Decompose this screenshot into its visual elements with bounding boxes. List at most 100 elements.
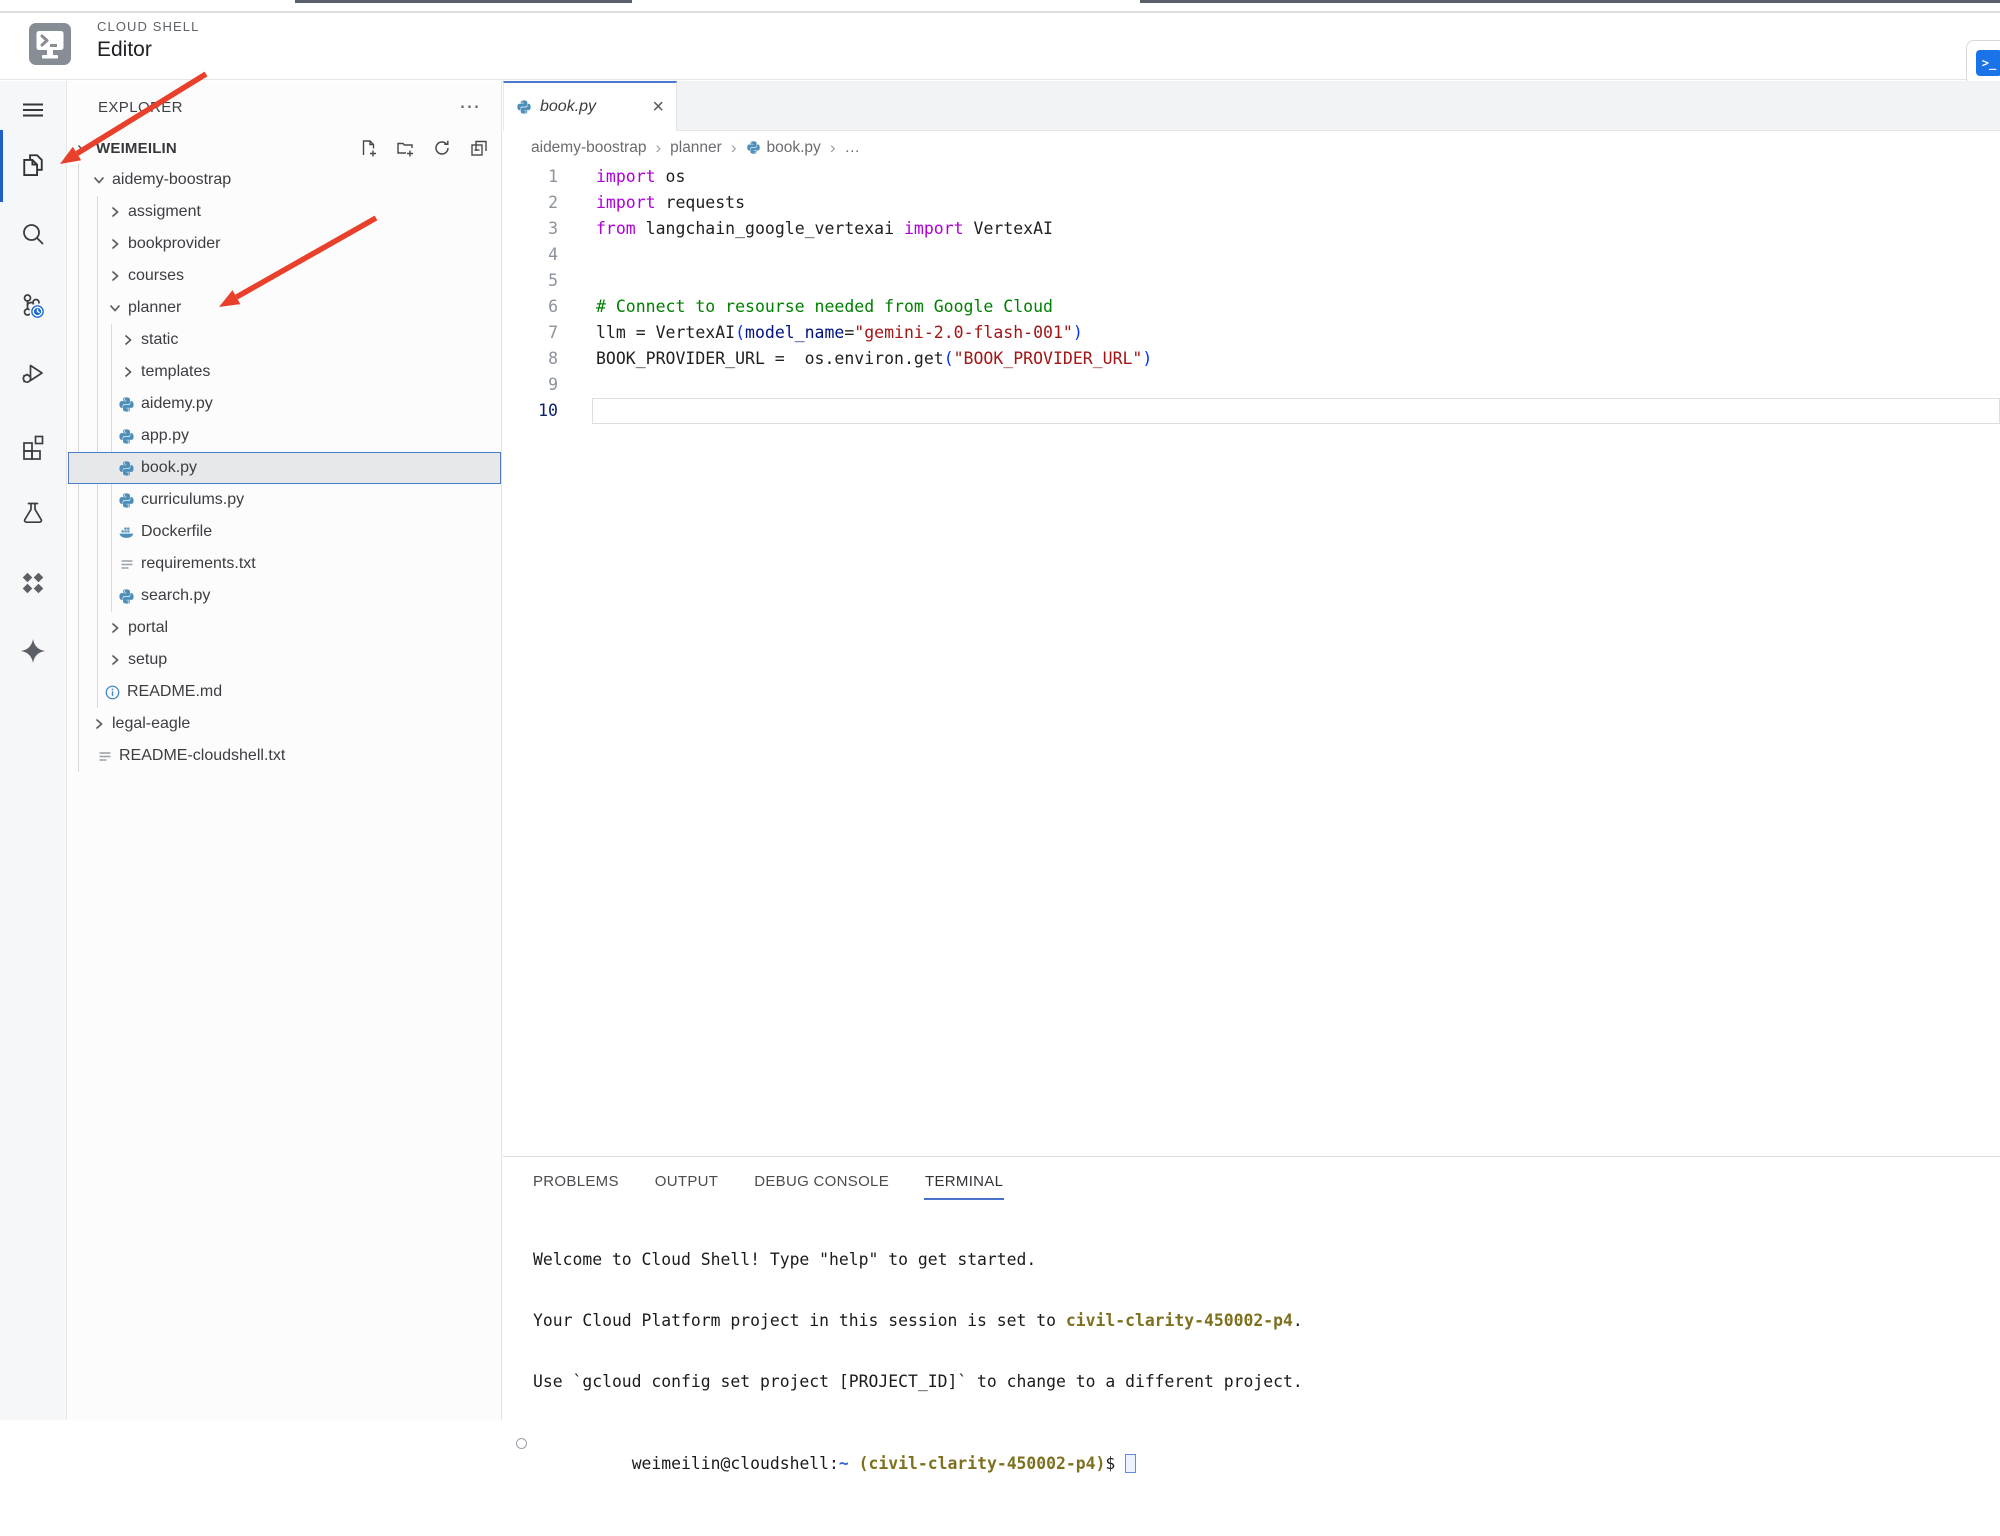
chevron-right-icon xyxy=(106,235,124,253)
tree-item-dockerfile[interactable]: Dockerfile xyxy=(68,516,501,548)
tab-debug-console[interactable]: DEBUG CONSOLE xyxy=(753,1159,890,1200)
tree-item-readme-cloudshell-txt[interactable]: README-cloudshell.txt xyxy=(68,740,501,772)
source-control-icon[interactable] xyxy=(9,284,57,328)
chevron-separator-icon: › xyxy=(829,137,836,157)
terminal-line: Use `gcloud config set project [PROJECT_… xyxy=(533,1372,1303,1392)
tree-item-requirements-txt[interactable]: requirements.txt xyxy=(68,548,501,580)
run-debug-icon[interactable] xyxy=(9,351,57,395)
python-icon xyxy=(516,99,532,115)
code-line: 7 llm = VertexAI(model_name="gemini-2.0-… xyxy=(503,320,2000,346)
line-number: 1 xyxy=(548,167,558,186)
breadcrumb-item[interactable]: planner xyxy=(670,139,722,157)
breadcrumb-ellipsis[interactable]: … xyxy=(844,139,860,157)
terminal-prompt-icon: >_ xyxy=(1976,50,2000,76)
chevron-right-icon xyxy=(90,715,108,733)
new-file-icon[interactable] xyxy=(358,138,378,158)
text-file-icon xyxy=(96,748,113,765)
extensions-icon[interactable] xyxy=(9,424,57,468)
close-icon[interactable]: × xyxy=(652,97,664,117)
tree-item-app-py[interactable]: app.py xyxy=(68,420,501,452)
tab-output[interactable]: OUTPUT xyxy=(654,1159,719,1200)
explorer-icon[interactable] xyxy=(9,142,57,186)
browser-tabstrip-line xyxy=(295,0,632,3)
tree-item-static[interactable]: static xyxy=(68,324,501,356)
code-line: 4 xyxy=(503,242,2000,268)
code-line: 6 # Connect to resourse needed from Goog… xyxy=(503,294,2000,320)
browser-tabstrip-line xyxy=(1140,0,2000,3)
active-view-indicator xyxy=(0,130,3,202)
tree-item-workspace-root[interactable]: WEIMEILIN xyxy=(68,132,501,164)
tab-problems[interactable]: PROBLEMS xyxy=(532,1159,620,1200)
refresh-icon[interactable] xyxy=(432,138,452,158)
python-icon xyxy=(746,140,761,155)
code-editor[interactable]: 1 import os 2 import requests 3 from lan… xyxy=(503,164,2000,424)
code-line-current: 10 xyxy=(503,398,2000,424)
tree-item-bookprovider[interactable]: bookprovider xyxy=(68,228,501,260)
tree-item-curriculums-py[interactable]: curriculums.py xyxy=(68,484,501,516)
terminal-cursor xyxy=(1125,1453,1136,1473)
line-number: 4 xyxy=(548,245,558,264)
chevron-right-icon xyxy=(106,203,124,221)
code-line: 5 xyxy=(503,268,2000,294)
line-number: 6 xyxy=(548,297,558,316)
code-line: 9 xyxy=(503,372,2000,398)
breadcrumb-item[interactable]: book.py xyxy=(767,139,821,157)
line-number: 2 xyxy=(548,193,558,212)
line-number: 7 xyxy=(548,323,558,342)
code-line: 8 BOOK_PROVIDER_URL = os.environ.get("BO… xyxy=(503,346,2000,372)
tab-book-py[interactable]: book.py × xyxy=(503,81,677,131)
chevron-down-icon xyxy=(74,139,92,157)
code-line: 3 from langchain_google_vertexai import … xyxy=(503,216,2000,242)
current-line-highlight xyxy=(592,398,2000,424)
bottom-panel: PROBLEMS OUTPUT DEBUG CONSOLE TERMINAL W… xyxy=(503,1156,2000,1473)
more-actions-icon[interactable]: ⋯ xyxy=(459,96,481,117)
tab-terminal[interactable]: TERMINAL xyxy=(924,1159,1005,1200)
chevron-right-icon xyxy=(119,363,137,381)
collapse-folders-icon[interactable] xyxy=(469,138,489,158)
tree-item-search-py[interactable]: search.py xyxy=(68,580,501,612)
tree-item-planner[interactable]: planner xyxy=(68,292,501,324)
tree-item-assigment[interactable]: assigment xyxy=(68,196,501,228)
activity-bar xyxy=(0,81,67,1420)
docker-icon xyxy=(118,524,135,541)
info-icon xyxy=(104,684,121,701)
new-folder-icon[interactable] xyxy=(395,138,415,158)
tree-item-aidemy-boostrap[interactable]: aidemy-boostrap xyxy=(68,164,501,196)
tree-item-aidemy-py[interactable]: aidemy.py xyxy=(68,388,501,420)
menu-icon[interactable] xyxy=(9,88,57,132)
line-number: 3 xyxy=(548,219,558,238)
app-header: CLOUD SHELL Editor >_ xyxy=(0,13,2000,86)
tab-label: book.py xyxy=(540,98,597,115)
gemini-sparkle-icon[interactable] xyxy=(9,629,57,673)
code-line: 1 import os xyxy=(503,164,2000,190)
panel-tabs: PROBLEMS OUTPUT DEBUG CONSOLE TERMINAL xyxy=(503,1157,2000,1201)
editor-region: book.py × aidemy-boostrap › planner › bo… xyxy=(503,81,2000,1473)
chevron-down-icon xyxy=(106,299,124,317)
python-icon xyxy=(118,492,135,509)
chevron-down-icon xyxy=(90,171,108,189)
python-icon xyxy=(118,428,135,445)
tree-item-book-py[interactable]: book.py xyxy=(68,452,501,484)
text-file-icon xyxy=(118,556,135,573)
tree-item-readme-md[interactable]: README.md xyxy=(68,676,501,708)
tree-item-portal[interactable]: portal xyxy=(68,612,501,644)
page-title: Editor xyxy=(97,38,152,61)
line-number: 8 xyxy=(548,349,558,368)
line-number: 5 xyxy=(548,271,558,290)
cloud-code-icon[interactable] xyxy=(9,561,57,605)
explorer-panel-title: EXPLORER xyxy=(98,98,183,116)
open-terminal-button[interactable]: >_ xyxy=(1966,40,2000,86)
breadcrumb-item[interactable]: aidemy-boostrap xyxy=(531,139,646,157)
tree-item-courses[interactable]: courses xyxy=(68,260,501,292)
chevron-right-icon xyxy=(106,619,124,637)
tree-item-setup[interactable]: setup xyxy=(68,644,501,676)
test-beaker-icon[interactable] xyxy=(9,491,57,535)
search-icon[interactable] xyxy=(9,212,57,256)
chevron-separator-icon: › xyxy=(655,137,662,157)
chevron-right-icon xyxy=(119,331,137,349)
terminal[interactable]: Welcome to Cloud Shell! Type "help" to g… xyxy=(516,1209,2000,1536)
terminal-line: Welcome to Cloud Shell! Type "help" to g… xyxy=(533,1249,1037,1269)
tree-item-legal-eagle[interactable]: legal-eagle xyxy=(68,708,501,740)
code-line: 2 import requests xyxy=(503,190,2000,216)
tree-item-templates[interactable]: templates xyxy=(68,356,501,388)
